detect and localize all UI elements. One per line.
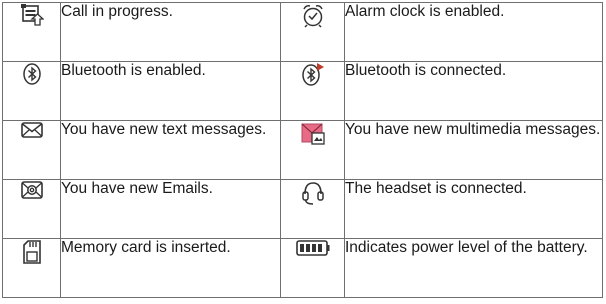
description-new-emails: You have new Emails. xyxy=(60,179,281,239)
table-row: Memory card is inserted. Indicates power… xyxy=(2,238,603,298)
multimedia-message-icon xyxy=(280,120,345,180)
headset-icon xyxy=(280,179,345,239)
text-message-icon xyxy=(2,120,61,180)
description-multimedia-messages: You have new multimedia messages. xyxy=(344,120,603,180)
alarm-clock-icon xyxy=(280,2,345,62)
call-in-progress-icon xyxy=(2,2,61,62)
description-text-messages: You have new text messages. xyxy=(60,120,281,180)
table-row: You have new text messages. You have new… xyxy=(2,120,603,180)
description-call-in-progress: Call in progress. xyxy=(60,2,281,62)
table-row: You have new Emails. The headset is conn… xyxy=(2,179,603,239)
description-battery-level: Indicates power level of the battery. xyxy=(344,238,603,298)
description-bluetooth-connected: Bluetooth is connected. xyxy=(344,61,603,121)
status-icon-table: Call in progress. Alarm clock is enabled… xyxy=(2,2,603,298)
bluetooth-icon xyxy=(2,61,61,121)
memory-card-icon xyxy=(2,238,61,298)
description-alarm-clock: Alarm clock is enabled. xyxy=(344,2,603,62)
table-row: Call in progress. Alarm clock is enabled… xyxy=(2,2,603,62)
description-bluetooth-enabled: Bluetooth is enabled. xyxy=(60,61,281,121)
email-icon xyxy=(2,179,61,239)
battery-icon xyxy=(280,238,345,298)
table-row: Bluetooth is enabled. Bluetooth is conne… xyxy=(2,61,603,121)
description-headset-connected: The headset is connected. xyxy=(344,179,603,239)
bluetooth-connected-icon xyxy=(280,61,345,121)
description-memory-card: Memory card is inserted. xyxy=(60,238,281,298)
